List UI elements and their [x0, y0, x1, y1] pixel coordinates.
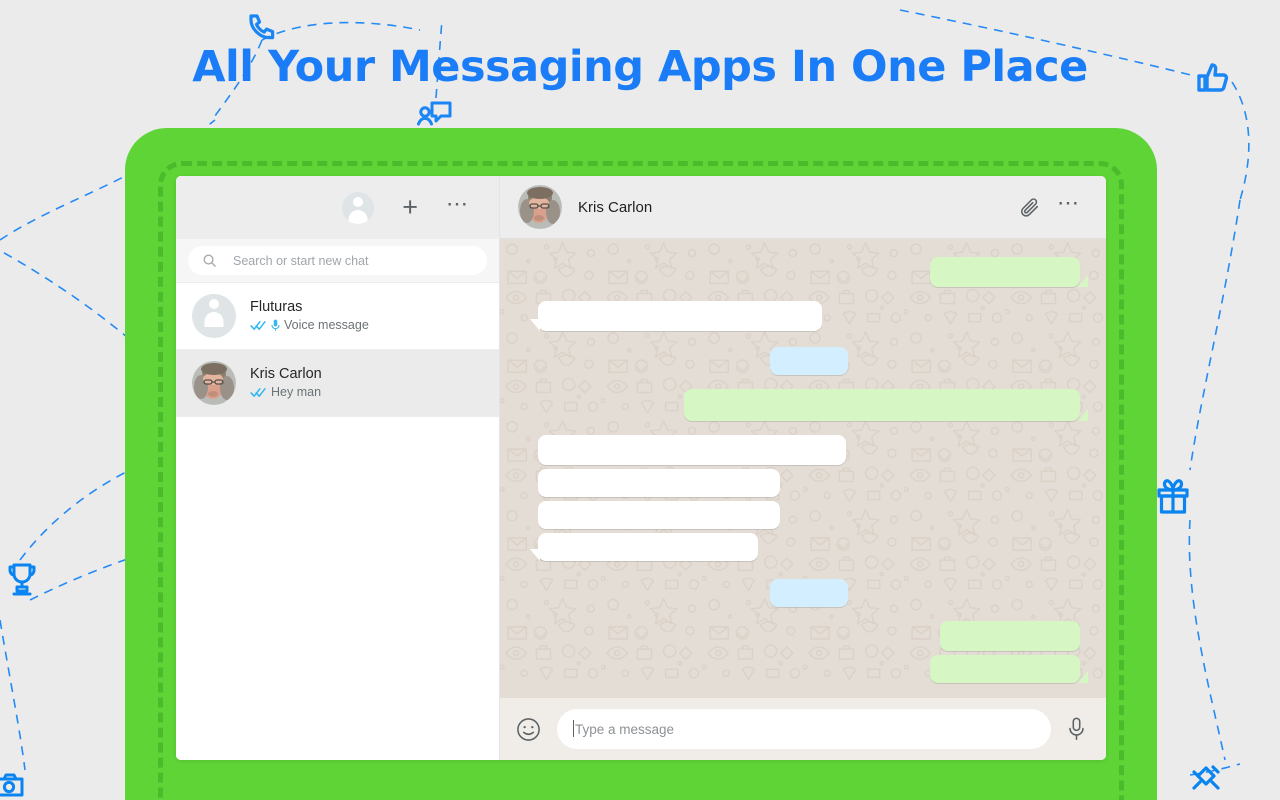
message-bubble-in: [530, 301, 822, 331]
message-bubble-out: [930, 655, 1088, 683]
emoji-icon[interactable]: [516, 717, 541, 742]
phone-icon: [249, 14, 275, 40]
message-bubble-in: [530, 533, 758, 561]
attach-icon[interactable]: [1019, 196, 1041, 218]
camera-icon: [0, 773, 24, 797]
message-row: [538, 435, 1080, 465]
search-placeholder: Search or start new chat: [233, 253, 369, 268]
chat-header: Kris Carlon ⋯: [500, 176, 1106, 239]
sidebar-header: + ⋯: [176, 176, 499, 239]
chat-bubble-icon: [417, 101, 452, 126]
chat-menu-icon[interactable]: ⋯: [1057, 192, 1080, 222]
double-check-icon: [250, 320, 267, 331]
message-bubble-in: [538, 469, 780, 497]
message-row: [538, 257, 1088, 287]
message-bubble-out: [930, 257, 1088, 287]
double-check-icon: [250, 387, 267, 398]
message-bubble-sys: [770, 579, 848, 607]
page-root: All Your Messaging Apps In One Place + ⋯…: [0, 0, 1280, 800]
sidebar: + ⋯ Search or start new chat Fluturas Vo…: [176, 176, 500, 760]
message-list: [500, 239, 1106, 698]
message-row: [538, 655, 1088, 683]
pushpin-icon: [1192, 765, 1220, 790]
message-row: [530, 301, 1080, 331]
message-input-placeholder: Type a message: [572, 719, 675, 737]
chat-panel: Kris Carlon ⋯ Type a message: [500, 176, 1106, 760]
search-icon: [203, 254, 216, 267]
new-chat-icon[interactable]: +: [402, 194, 418, 221]
sidebar-menu-icon[interactable]: ⋯: [446, 192, 469, 223]
microphone-icon[interactable]: [1067, 717, 1086, 741]
avatar: [192, 361, 236, 405]
avatar-photo: [192, 361, 236, 405]
search-input[interactable]: Search or start new chat: [188, 246, 487, 275]
page-title: All Your Messaging Apps In One Place: [192, 42, 1088, 92]
chat-preview-text: Voice message: [284, 317, 369, 332]
chat-preview: Voice message: [250, 317, 369, 333]
chat-name: Kris Carlon: [250, 365, 322, 382]
message-bubble-out: [940, 621, 1080, 651]
message-row: [538, 347, 1080, 375]
message-bubble-out: [684, 389, 1088, 421]
search-row: Search or start new chat: [176, 239, 499, 283]
message-input[interactable]: Type a message: [557, 709, 1051, 749]
avatar: [192, 294, 236, 338]
message-row: [530, 533, 1080, 561]
chat-preview: Hey man: [250, 384, 322, 400]
chat-list-item-kris-carlon[interactable]: Kris Carlon Hey man: [176, 350, 499, 417]
gift-icon: [1157, 479, 1189, 514]
mic-icon: [271, 319, 280, 332]
trophy-icon: [8, 563, 36, 596]
chat-header-avatar[interactable]: [518, 185, 562, 229]
message-bubble-in: [538, 435, 846, 465]
whatsapp-window: + ⋯ Search or start new chat Fluturas Vo…: [176, 176, 1106, 760]
chat-preview-text: Hey man: [271, 384, 322, 399]
profile-avatar[interactable]: [342, 191, 375, 224]
chat-header-contact-name: Kris Carlon: [578, 198, 653, 216]
message-bubble-in: [538, 501, 780, 529]
message-row: [538, 501, 1080, 529]
message-bubble-sys: [770, 347, 848, 375]
avatar-photo: [518, 185, 562, 229]
message-row: [538, 579, 1080, 607]
message-bubbles: [530, 257, 1088, 683]
chat-list: Fluturas Voice message Kris Carlon Hey m…: [176, 283, 499, 760]
composer: Type a message: [500, 698, 1106, 760]
chat-name: Fluturas: [250, 298, 303, 315]
chat-list-item-fluturas[interactable]: Fluturas Voice message: [176, 283, 499, 350]
message-row: [538, 621, 1080, 651]
message-row: [538, 389, 1088, 421]
message-row: [538, 469, 1080, 497]
